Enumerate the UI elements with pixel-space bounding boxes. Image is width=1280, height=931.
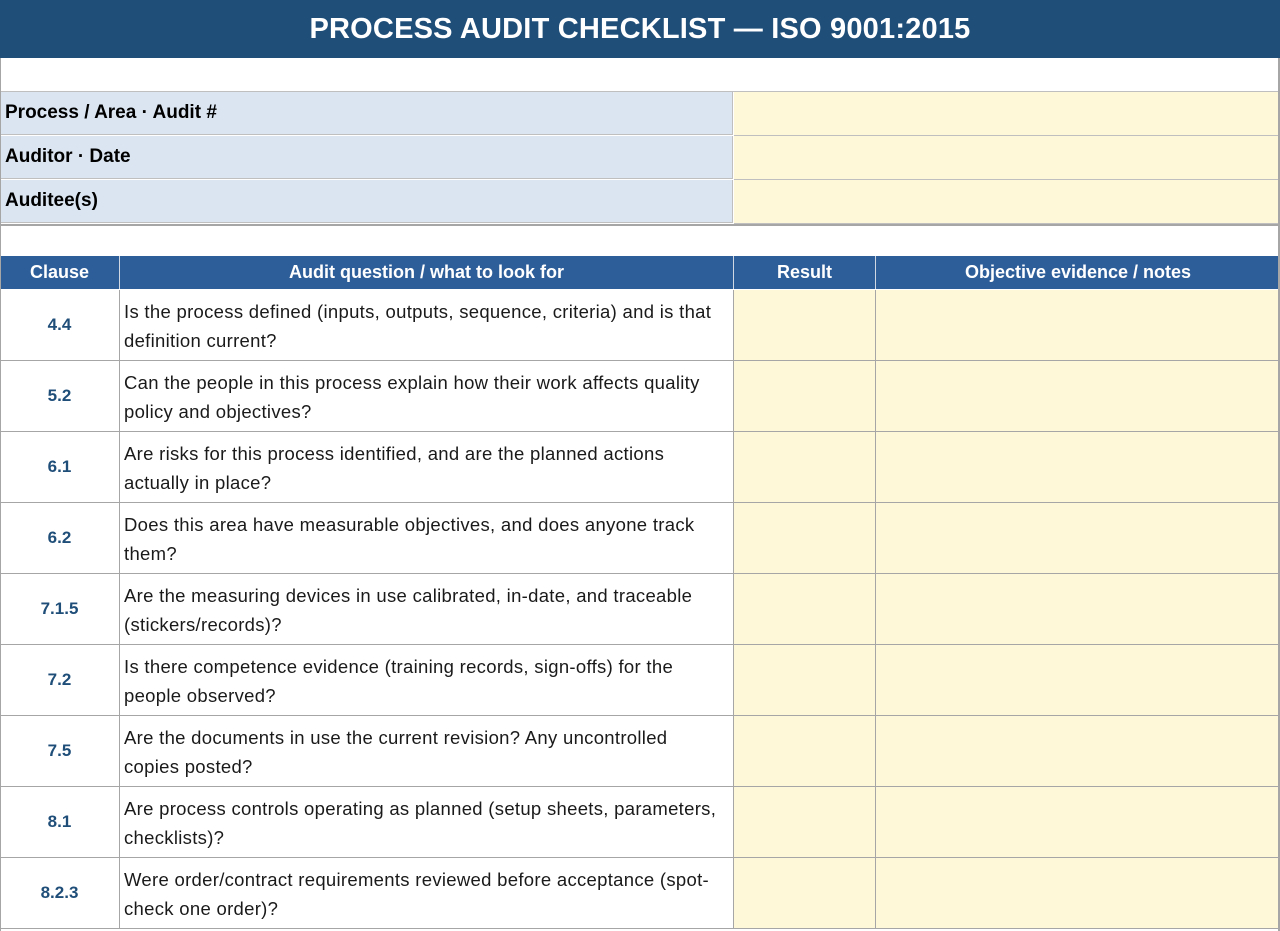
notes-input-cell[interactable] bbox=[876, 787, 1280, 858]
blank-row bbox=[0, 58, 1280, 92]
table-row: 8.2.3 Were order/contract requirements r… bbox=[0, 858, 1280, 929]
process-area-audit-number-field[interactable] bbox=[734, 92, 1280, 136]
info-row-auditor: Auditor · Date bbox=[0, 136, 1280, 180]
question-cell: Can the people in this process explain h… bbox=[120, 361, 734, 432]
clause-cell: 4.4 bbox=[0, 290, 120, 361]
clause-cell: 7.2 bbox=[0, 645, 120, 716]
result-input-cell[interactable] bbox=[734, 574, 876, 645]
info-label: Process / Area · Audit # bbox=[0, 92, 733, 135]
column-header-notes: Objective evidence / notes bbox=[876, 256, 1280, 289]
auditor-date-field[interactable] bbox=[734, 136, 1280, 180]
question-cell: Is there competence evidence (training r… bbox=[120, 645, 734, 716]
result-input-cell[interactable] bbox=[734, 716, 876, 787]
info-label: Auditee(s) bbox=[0, 180, 733, 223]
notes-input-cell[interactable] bbox=[876, 645, 1280, 716]
question-cell: Are risks for this process identified, a… bbox=[120, 432, 734, 503]
sheet-border-left bbox=[0, 58, 1, 931]
question-cell: Are the measuring devices in use calibra… bbox=[120, 574, 734, 645]
column-header-question: Audit question / what to look for bbox=[120, 256, 734, 289]
result-input-cell[interactable] bbox=[734, 290, 876, 361]
table-row: 8.1 Are process controls operating as pl… bbox=[0, 787, 1280, 858]
question-cell: Is the process defined (inputs, outputs,… bbox=[120, 290, 734, 361]
question-cell: Are the documents in use the current rev… bbox=[120, 716, 734, 787]
blank-row bbox=[0, 224, 1280, 258]
table-row: 5.2 Can the people in this process expla… bbox=[0, 361, 1280, 432]
result-input-cell[interactable] bbox=[734, 787, 876, 858]
result-input-cell[interactable] bbox=[734, 503, 876, 574]
table-row: 7.1.5 Are the measuring devices in use c… bbox=[0, 574, 1280, 645]
notes-input-cell[interactable] bbox=[876, 503, 1280, 574]
notes-input-cell[interactable] bbox=[876, 716, 1280, 787]
notes-input-cell[interactable] bbox=[876, 574, 1280, 645]
info-label: Auditor · Date bbox=[0, 136, 733, 179]
clause-cell: 6.1 bbox=[0, 432, 120, 503]
table-row: 6.2 Does this area have measurable objec… bbox=[0, 503, 1280, 574]
auditees-field[interactable] bbox=[734, 180, 1280, 224]
info-row-auditees: Auditee(s) bbox=[0, 180, 1280, 224]
result-input-cell[interactable] bbox=[734, 432, 876, 503]
result-input-cell[interactable] bbox=[734, 858, 876, 929]
table-row: 4.4 Is the process defined (inputs, outp… bbox=[0, 290, 1280, 361]
result-input-cell[interactable] bbox=[734, 361, 876, 432]
table-row: 6.1 Are risks for this process identifie… bbox=[0, 432, 1280, 503]
clause-cell: 8.1 bbox=[0, 787, 120, 858]
info-row-process: Process / Area · Audit # bbox=[0, 92, 1280, 136]
result-input-cell[interactable] bbox=[734, 645, 876, 716]
column-header-result: Result bbox=[734, 256, 876, 289]
notes-input-cell[interactable] bbox=[876, 290, 1280, 361]
notes-input-cell[interactable] bbox=[876, 432, 1280, 503]
table-row: 7.2 Is there competence evidence (traini… bbox=[0, 645, 1280, 716]
clause-cell: 7.5 bbox=[0, 716, 120, 787]
column-header-clause: Clause bbox=[0, 256, 120, 289]
table-row: 7.5 Are the documents in use the current… bbox=[0, 716, 1280, 787]
page-title: PROCESS AUDIT CHECKLIST — ISO 9001:2015 bbox=[0, 0, 1280, 58]
clause-cell: 6.2 bbox=[0, 503, 120, 574]
notes-input-cell[interactable] bbox=[876, 361, 1280, 432]
audit-checklist-sheet: PROCESS AUDIT CHECKLIST — ISO 9001:2015 … bbox=[0, 0, 1280, 931]
notes-input-cell[interactable] bbox=[876, 858, 1280, 929]
clause-cell: 5.2 bbox=[0, 361, 120, 432]
clause-cell: 7.1.5 bbox=[0, 574, 120, 645]
clause-cell: 8.2.3 bbox=[0, 858, 120, 929]
question-cell: Are process controls operating as planne… bbox=[120, 787, 734, 858]
question-cell: Were order/contract requirements reviewe… bbox=[120, 858, 734, 929]
question-cell: Does this area have measurable objective… bbox=[120, 503, 734, 574]
